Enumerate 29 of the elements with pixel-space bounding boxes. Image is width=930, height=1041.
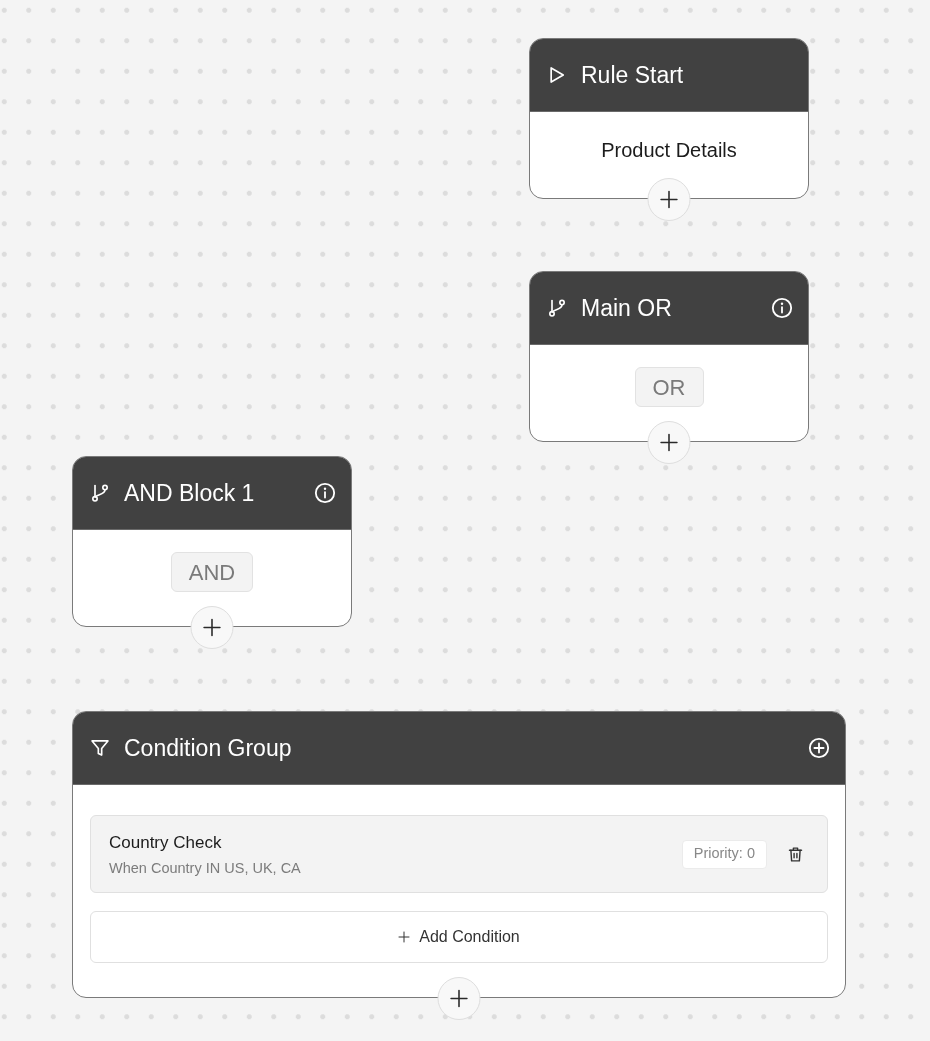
node-title: Rule Start — [581, 61, 684, 89]
add-node-button[interactable] — [647, 178, 691, 221]
branch-icon — [547, 298, 567, 318]
info-icon[interactable] — [771, 297, 793, 319]
play-icon — [547, 65, 567, 85]
add-node-button[interactable] — [647, 421, 691, 464]
plus-icon — [449, 989, 469, 1008]
node-subtitle: Product Details — [601, 138, 737, 162]
plus-circle-icon[interactable] — [808, 737, 830, 759]
add-node-button[interactable] — [190, 606, 234, 649]
priority-badge: Priority: 0 — [681, 839, 767, 869]
add-condition-button[interactable]: Add Condition — [90, 911, 828, 963]
operator-badge: OR — [634, 367, 704, 407]
filter-icon — [90, 738, 110, 758]
plus-icon — [202, 618, 222, 637]
branch-icon — [90, 483, 110, 503]
info-icon[interactable] — [314, 482, 336, 504]
plus-icon — [659, 190, 679, 209]
condition-description: When Country IN US, UK, CA — [109, 858, 301, 877]
operator-badge: AND — [170, 552, 254, 592]
node-title: Main OR — [581, 294, 672, 322]
plus-icon — [659, 433, 679, 452]
node-title: AND Block 1 — [124, 479, 255, 507]
plus-icon — [398, 931, 411, 943]
add-node-button[interactable] — [437, 977, 481, 1020]
trash-icon[interactable] — [787, 845, 804, 863]
node-title: Condition Group — [124, 734, 292, 762]
condition-card[interactable]: Country Check When Country IN US, UK, CA Priority: 0 — [90, 815, 828, 893]
condition-name: Country Check — [109, 831, 223, 854]
